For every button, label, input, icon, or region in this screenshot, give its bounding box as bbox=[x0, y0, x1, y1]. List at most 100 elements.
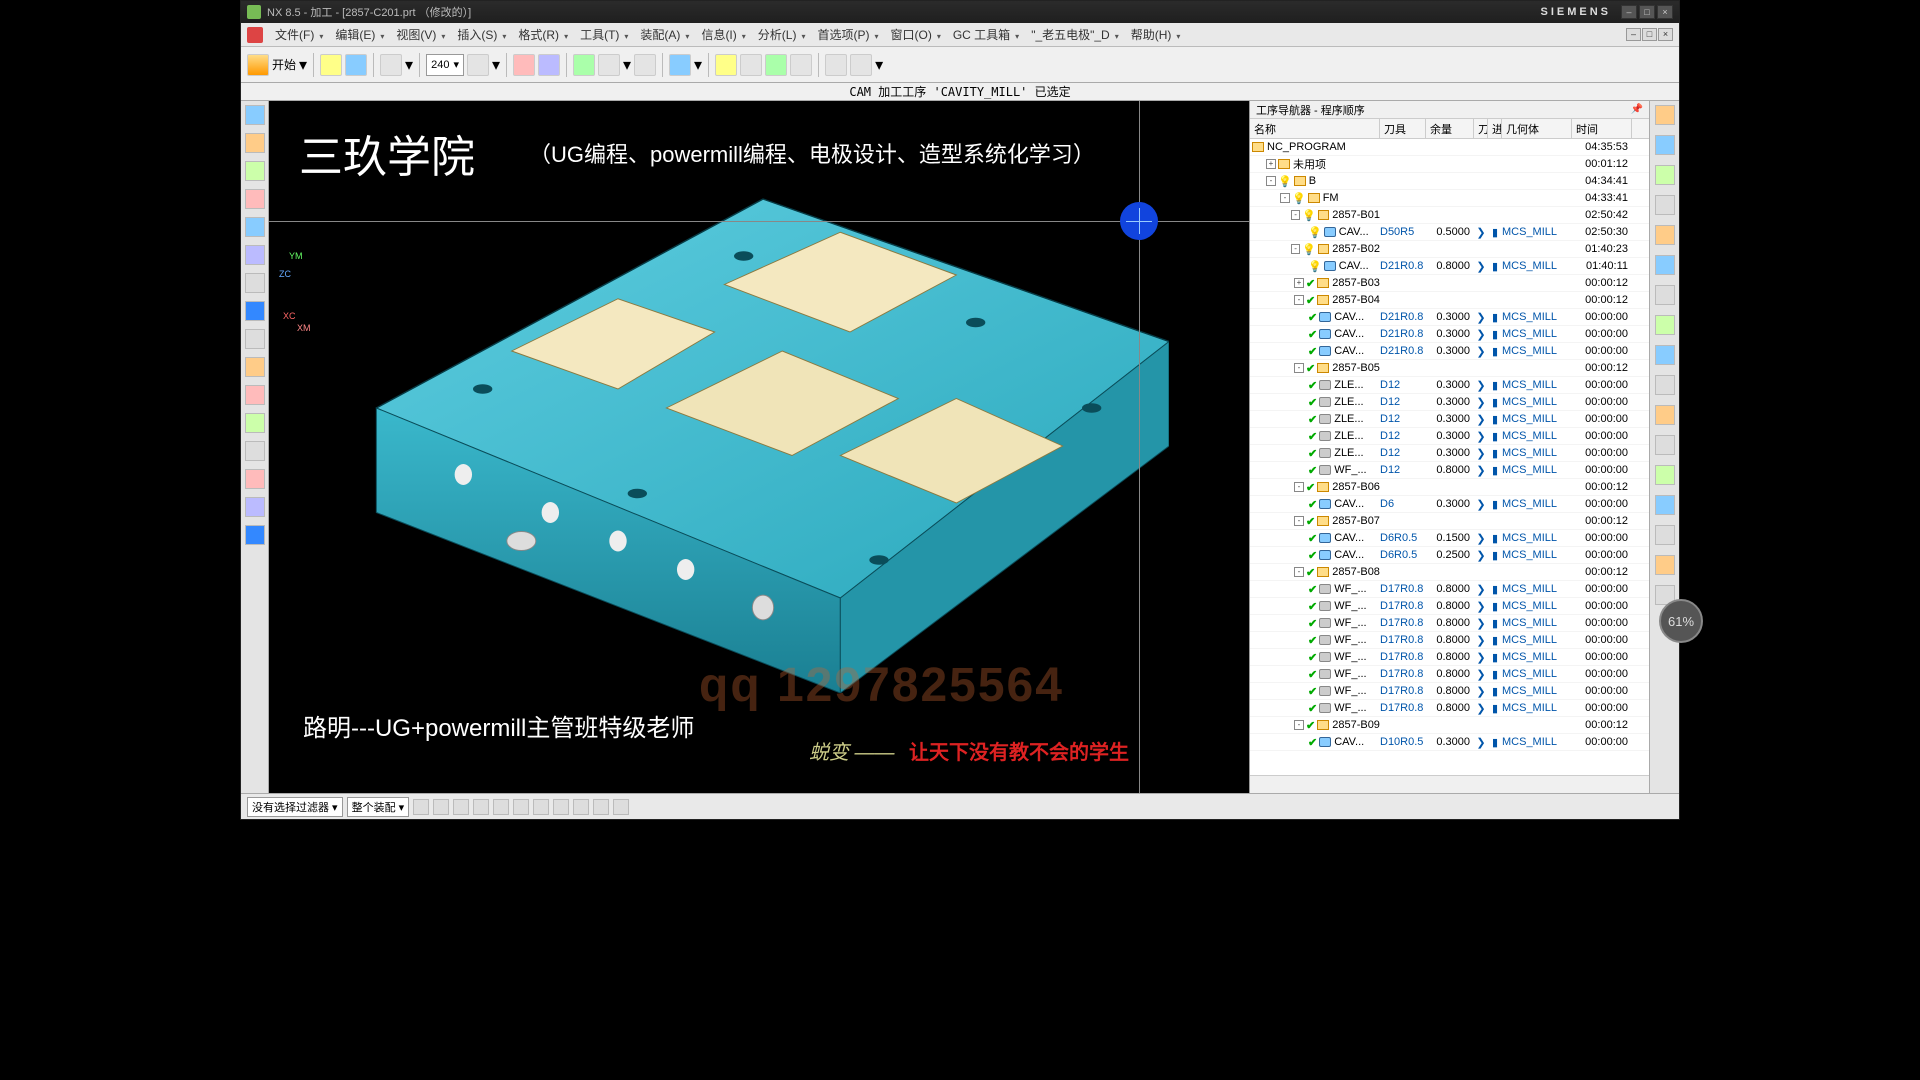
rs-icon-10[interactable] bbox=[1655, 375, 1675, 395]
tool-d-icon[interactable] bbox=[598, 54, 620, 76]
sb-icon-7[interactable] bbox=[533, 799, 549, 815]
tool-k-icon[interactable] bbox=[825, 54, 847, 76]
col-geom[interactable]: 几何体 bbox=[1502, 119, 1572, 138]
nav-row[interactable]: ✔WF_...D17R0.80.8000❯▮MCS_MILL00:00:00 bbox=[1250, 598, 1649, 615]
sb-icon-6[interactable] bbox=[513, 799, 529, 815]
nav-row[interactable]: 💡CAV...D50R50.5000❯▮MCS_MILL02:50:30 bbox=[1250, 224, 1649, 241]
nav-row[interactable]: -💡B04:34:41 bbox=[1250, 173, 1649, 190]
nav-row[interactable]: ✔WF_...D17R0.80.8000❯▮MCS_MILL00:00:00 bbox=[1250, 700, 1649, 717]
tool-e-icon[interactable] bbox=[634, 54, 656, 76]
sb-icon-4[interactable] bbox=[473, 799, 489, 815]
menu-item[interactable]: 文件(F) bbox=[271, 28, 318, 42]
nav-row[interactable]: -💡FM04:33:41 bbox=[1250, 190, 1649, 207]
sb-icon-11[interactable] bbox=[613, 799, 629, 815]
nav-row[interactable]: ✔WF_...D17R0.80.8000❯▮MCS_MILL00:00:00 bbox=[1250, 683, 1649, 700]
rs-icon-15[interactable] bbox=[1655, 525, 1675, 545]
col-name[interactable]: 名称 bbox=[1250, 119, 1380, 138]
filter-select[interactable]: 没有选择过滤器 ▾ bbox=[247, 797, 343, 817]
undo-icon[interactable] bbox=[380, 54, 402, 76]
nav-row[interactable]: +✔2857-B0300:00:12 bbox=[1250, 275, 1649, 292]
nav-row[interactable]: ✔CAV...D21R0.80.3000❯▮MCS_MILL00:00:00 bbox=[1250, 343, 1649, 360]
rs-icon-6[interactable] bbox=[1655, 255, 1675, 275]
rs-icon-16[interactable] bbox=[1655, 555, 1675, 575]
nav-row[interactable]: ✔CAV...D21R0.80.3000❯▮MCS_MILL00:00:00 bbox=[1250, 326, 1649, 343]
nav-body[interactable]: NC_PROGRAM04:35:53+未用项00:01:12-💡B04:34:4… bbox=[1250, 139, 1649, 775]
menu-item[interactable]: 视图(V) bbox=[392, 28, 440, 42]
rs-icon-5[interactable] bbox=[1655, 225, 1675, 245]
resource-tab-16-icon[interactable] bbox=[245, 525, 265, 545]
pin-icon[interactable]: 📌 bbox=[1631, 104, 1643, 115]
tool-g-icon[interactable] bbox=[715, 54, 737, 76]
col-a[interactable]: 刀 bbox=[1474, 119, 1488, 138]
graphics-viewport[interactable]: YM ZC XC XM bbox=[269, 101, 1249, 793]
menu-item[interactable]: 格式(R) bbox=[514, 28, 563, 42]
expand-icon[interactable]: - bbox=[1280, 193, 1290, 203]
minimize-button[interactable]: – bbox=[1621, 5, 1637, 19]
mdi-close-button[interactable]: × bbox=[1658, 28, 1673, 41]
resource-tab-7-icon[interactable] bbox=[245, 273, 265, 293]
expand-icon[interactable]: - bbox=[1294, 363, 1304, 373]
start-label[interactable]: 开始 bbox=[272, 56, 296, 73]
sb-icon-3[interactable] bbox=[453, 799, 469, 815]
layer-icon[interactable] bbox=[467, 54, 489, 76]
resource-tab-11-icon[interactable] bbox=[245, 385, 265, 405]
nav-row[interactable]: -✔2857-B0400:00:12 bbox=[1250, 292, 1649, 309]
nav-row[interactable]: ✔ZLE...D120.3000❯▮MCS_MILL00:00:00 bbox=[1250, 411, 1649, 428]
sb-icon-2[interactable] bbox=[433, 799, 449, 815]
sb-icon-1[interactable] bbox=[413, 799, 429, 815]
nav-row[interactable]: ✔ZLE...D120.3000❯▮MCS_MILL00:00:00 bbox=[1250, 445, 1649, 462]
expand-icon[interactable]: - bbox=[1294, 720, 1304, 730]
menu-item[interactable]: "_老五电极"_D bbox=[1027, 28, 1114, 42]
nav-row[interactable]: ✔WF_...D17R0.80.8000❯▮MCS_MILL00:00:00 bbox=[1250, 649, 1649, 666]
resource-tab-6-icon[interactable] bbox=[245, 245, 265, 265]
nav-row[interactable]: ✔CAV...D60.3000❯▮MCS_MILL00:00:00 bbox=[1250, 496, 1649, 513]
close-button[interactable]: × bbox=[1657, 5, 1673, 19]
tool-a-icon[interactable] bbox=[513, 54, 535, 76]
menu-item[interactable]: 插入(S) bbox=[453, 28, 501, 42]
open-icon[interactable] bbox=[320, 54, 342, 76]
rs-icon-8[interactable] bbox=[1655, 315, 1675, 335]
nav-row[interactable]: -💡2857-B0102:50:42 bbox=[1250, 207, 1649, 224]
nav-row[interactable]: ✔WF_...D17R0.80.8000❯▮MCS_MILL00:00:00 bbox=[1250, 632, 1649, 649]
nav-row[interactable]: ✔ZLE...D120.3000❯▮MCS_MILL00:00:00 bbox=[1250, 428, 1649, 445]
nav-row[interactable]: ✔CAV...D6R0.50.2500❯▮MCS_MILL00:00:00 bbox=[1250, 547, 1649, 564]
expand-icon[interactable]: - bbox=[1291, 210, 1300, 220]
expand-icon[interactable]: - bbox=[1294, 482, 1304, 492]
col-tool[interactable]: 刀具 bbox=[1380, 119, 1426, 138]
expand-icon[interactable]: + bbox=[1266, 159, 1276, 169]
expand-icon[interactable]: - bbox=[1291, 244, 1300, 254]
sb-icon-10[interactable] bbox=[593, 799, 609, 815]
nav-row[interactable]: -✔2857-B0700:00:12 bbox=[1250, 513, 1649, 530]
mdi-restore-button[interactable]: □ bbox=[1642, 28, 1657, 41]
resource-tab-10-icon[interactable] bbox=[245, 357, 265, 377]
menu-item[interactable]: 窗口(O) bbox=[886, 28, 935, 42]
nav-row[interactable]: ✔WF_...D120.8000❯▮MCS_MILL00:00:00 bbox=[1250, 462, 1649, 479]
rs-icon-9[interactable] bbox=[1655, 345, 1675, 365]
nav-row[interactable]: ✔WF_...D17R0.80.8000❯▮MCS_MILL00:00:00 bbox=[1250, 615, 1649, 632]
sb-icon-5[interactable] bbox=[493, 799, 509, 815]
col-b[interactable]: 进 bbox=[1488, 119, 1502, 138]
expand-icon[interactable]: - bbox=[1294, 295, 1304, 305]
resource-tab-14-icon[interactable] bbox=[245, 469, 265, 489]
rs-icon-4[interactable] bbox=[1655, 195, 1675, 215]
menu-item[interactable]: 分析(L) bbox=[754, 28, 801, 42]
resource-tab-13-icon[interactable] bbox=[245, 441, 265, 461]
save-icon[interactable] bbox=[345, 54, 367, 76]
rs-icon-13[interactable] bbox=[1655, 465, 1675, 485]
menu-item[interactable]: GC 工具箱 bbox=[949, 28, 1014, 42]
menu-item[interactable]: 装配(A) bbox=[636, 28, 684, 42]
rs-icon-7[interactable] bbox=[1655, 285, 1675, 305]
nav-row[interactable]: -💡2857-B0201:40:23 bbox=[1250, 241, 1649, 258]
menu-item[interactable]: 帮助(H) bbox=[1127, 28, 1176, 42]
col-time[interactable]: 时间 bbox=[1572, 119, 1632, 138]
rs-icon-1[interactable] bbox=[1655, 105, 1675, 125]
resource-tab-5-icon[interactable] bbox=[245, 217, 265, 237]
menu-item[interactable]: 信息(I) bbox=[697, 28, 740, 42]
nav-row[interactable]: NC_PROGRAM04:35:53 bbox=[1250, 139, 1649, 156]
nav-row[interactable]: 💡CAV...D21R0.80.8000❯▮MCS_MILL01:40:11 bbox=[1250, 258, 1649, 275]
nav-row[interactable]: ✔WF_...D17R0.80.8000❯▮MCS_MILL00:00:00 bbox=[1250, 581, 1649, 598]
sb-icon-8[interactable] bbox=[553, 799, 569, 815]
resource-tab-15-icon[interactable] bbox=[245, 497, 265, 517]
resource-tab-3-icon[interactable] bbox=[245, 161, 265, 181]
mdi-minimize-button[interactable]: – bbox=[1626, 28, 1641, 41]
